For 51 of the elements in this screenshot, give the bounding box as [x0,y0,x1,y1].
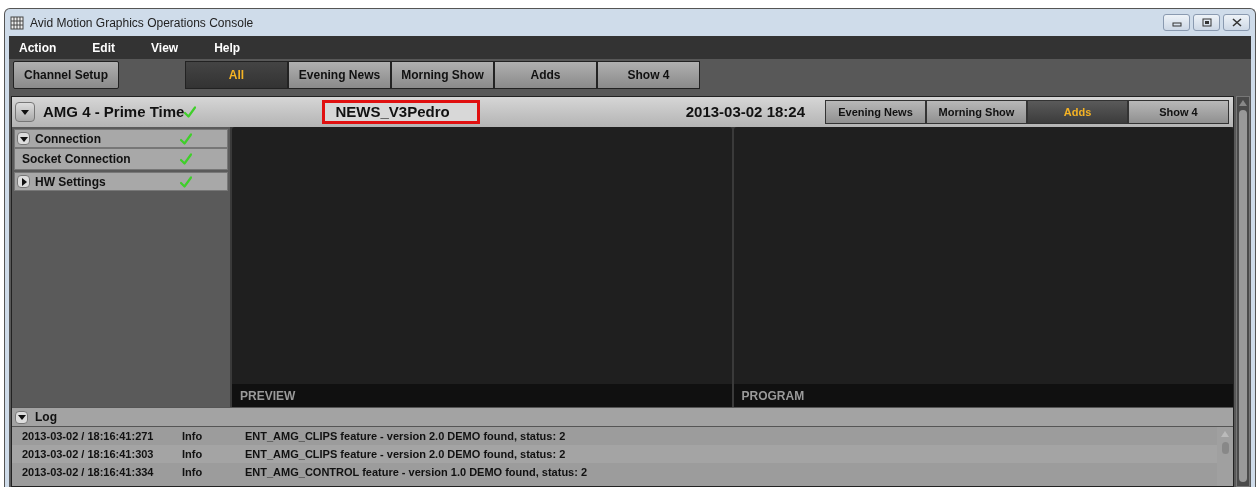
expand-toggle[interactable] [15,410,28,424]
channel-name: AMG 4 - Prime Time [43,101,185,122]
menu-item[interactable]: Action [19,38,57,57]
filter-tab[interactable]: All [185,61,288,89]
expand-toggle[interactable] [17,132,30,145]
maximize-button[interactable] [1193,14,1220,31]
log-time: 2013-03-02 / 18:16:41:303 [22,446,155,462]
menu-item[interactable]: View [151,38,179,57]
log-message: ENT_AMG_CONTROL feature - version 1.0 DEMO found, status: 2 [245,464,588,480]
maximize-icon [1201,18,1212,27]
scrollbar[interactable] [1217,427,1233,486]
channel-setup-button[interactable]: Channel Setup [13,61,119,89]
log-level: Info [182,464,204,480]
log-time: 2013-03-02 / 18:16:41:271 [22,428,155,444]
log-message: ENT_AMG_CLIPS feature - version 2.0 DEMO found, status: 2 [245,428,566,444]
date-time: 2013-03-02 18:24 [685,101,805,122]
caret-icon [21,108,29,116]
menu-item[interactable]: Edit [92,38,115,57]
window-title: Avid Motion Graphics Operations Console [30,14,254,32]
scene-name-field: NEWS_V3Pedro [322,100,481,124]
close-icon [1231,18,1242,27]
filter-tab[interactable]: Adds [494,61,597,89]
expand-toggle[interactable] [17,175,30,188]
monitor-label: PROGRAM [741,387,805,405]
show-tab[interactable]: Adds [1027,100,1128,124]
filter-tab[interactable]: Show 4 [597,61,700,89]
scroll-thumb[interactable] [1239,110,1247,482]
app-icon [10,15,24,30]
tree-node[interactable]: Connection [14,129,228,148]
log-title: Log [35,409,57,426]
filter-tab[interactable]: Morning Show [391,61,494,89]
show-tab[interactable]: Morning Show [926,100,1027,124]
caret-icon [19,177,28,186]
caret-icon [19,134,28,143]
scroll-thumb[interactable] [1221,442,1229,454]
scrollbar[interactable] [1236,96,1250,487]
log-level: Info [182,428,204,444]
scroll-up-icon[interactable] [1239,100,1247,106]
log-level: Info [182,446,204,462]
monitor-label: PREVIEW [240,387,296,405]
log-message: ENT_AMG_CLIPS feature - version 2.0 DEMO found, status: 2 [245,446,566,462]
show-tab[interactable]: Evening News [825,100,926,124]
expand-toggle[interactable] [15,102,35,122]
tree-node[interactable]: Socket Connection [14,148,228,170]
caret-icon [17,413,26,421]
close-button[interactable] [1223,14,1250,31]
log-time: 2013-03-02 / 18:16:41:334 [22,464,155,480]
tree-node[interactable]: HW Settings [14,172,228,191]
show-tab[interactable]: Show 4 [1128,100,1229,124]
menu-item[interactable]: Help [214,38,241,57]
filter-tab[interactable]: Evening News [288,61,391,89]
